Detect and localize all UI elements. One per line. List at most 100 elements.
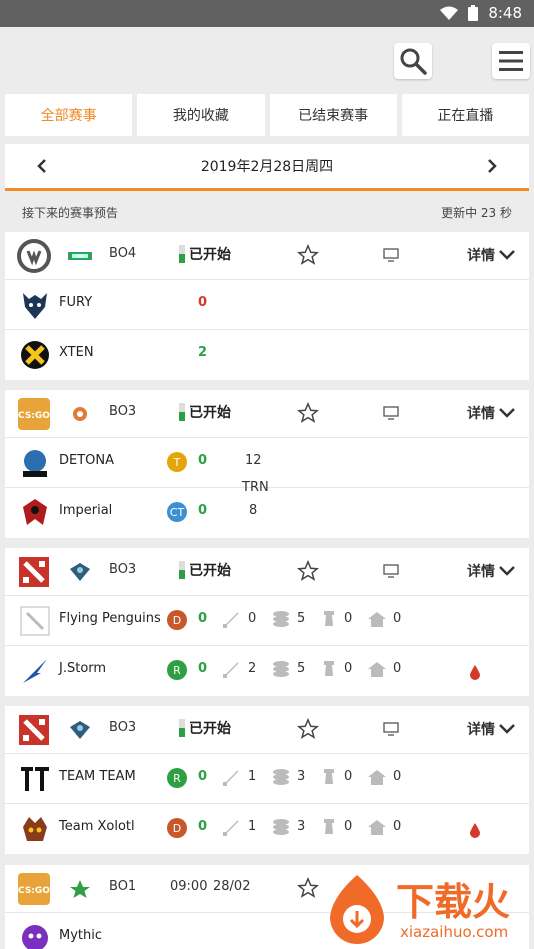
towers-stat: 0 (344, 819, 353, 834)
detail-button[interactable]: 详情 (467, 719, 515, 739)
league-logo-icon (73, 407, 87, 421)
league-logo-icon (70, 880, 90, 898)
side-badge: R (167, 660, 187, 680)
overwatch-logo-icon (17, 239, 51, 273)
favorite-star-icon[interactable] (297, 718, 319, 740)
dota2-logo-icon (19, 557, 49, 587)
chevron-right-icon (488, 159, 497, 173)
barracks-stat: 0 (393, 819, 402, 834)
gold-stat: 5 (297, 661, 306, 676)
team-score: 0 (198, 661, 208, 676)
match-status: 已开始 (179, 718, 231, 738)
sword-icon (223, 770, 238, 786)
search-button[interactable] (394, 43, 432, 79)
team-detona-logo-icon (23, 450, 47, 477)
current-date: 2019年2月28日周四 (200, 159, 334, 175)
stream-tv-icon[interactable] (383, 248, 399, 262)
best-of-label: BO3 (109, 720, 137, 735)
battery-icon (468, 5, 479, 21)
tab-live[interactable]: 正在直播 (401, 94, 529, 136)
chevron-down-icon (499, 566, 515, 576)
kills-stat: 1 (248, 769, 257, 784)
tab-finished[interactable]: 已结束赛事 (269, 94, 397, 136)
barracks-icon (368, 770, 386, 785)
status-time: 8:48 (488, 4, 522, 22)
match-card[interactable]: BO3 已开始 详情 TEAM TEAM R 0 1 3 0 0 Team Xo… (5, 706, 529, 854)
menu-button[interactable] (492, 43, 530, 79)
team-name: FURY (59, 295, 93, 310)
match-header: BO3 已开始 详情 (5, 548, 529, 596)
tower-icon (324, 611, 334, 626)
first-blood-drop-icon (470, 665, 480, 680)
favorite-star-icon[interactable] (297, 560, 319, 582)
side-badge: R (167, 768, 187, 788)
stream-tv-icon[interactable] (383, 722, 399, 736)
detail-button[interactable]: 详情 (467, 245, 515, 265)
svg-text:CS:GO: CS:GO (18, 886, 50, 896)
match-start-time: 09:00 (170, 879, 208, 894)
best-of-label: BO1 (109, 879, 137, 894)
team-name: Team Xolotl (59, 819, 135, 834)
prev-day-button[interactable] (35, 159, 49, 173)
team-name: Mythic (59, 928, 103, 943)
match-card[interactable]: BO4 已开始 详情 FURY 0 XTEN 2 (5, 232, 529, 380)
team-row: Team Xolotl D 0 1 3 0 0 (5, 804, 529, 854)
tower-icon (324, 661, 334, 676)
league-logo-icon (68, 252, 92, 260)
team-score: 0 (198, 819, 208, 834)
favorite-star-icon[interactable] (297, 402, 319, 424)
gold-coins-icon (273, 611, 289, 627)
watermark-brand: 下载火 (396, 880, 511, 924)
progress-indicator-icon (179, 719, 185, 737)
sword-icon (223, 612, 238, 628)
match-start-date: 28/02 (213, 879, 251, 894)
barracks-stat: 0 (393, 611, 402, 626)
status-bar: 8:48 (0, 0, 534, 27)
barracks-stat: 0 (393, 661, 402, 676)
gold-stat: 3 (297, 769, 306, 784)
barracks-icon (368, 820, 386, 835)
team-name: J.Storm (59, 661, 107, 676)
sword-icon (223, 820, 238, 836)
update-status: 更新中 23 秒 (441, 205, 512, 220)
match-card[interactable]: BO3 已开始 详情 Flying Penguins D 0 0 5 0 0 J… (5, 548, 529, 696)
round-score: 12 (245, 453, 262, 468)
team-row: XTEN 2 (5, 330, 529, 380)
chevron-down-icon (499, 724, 515, 734)
progress-indicator-icon (179, 245, 185, 263)
team-row: Flying Penguins D 0 0 5 0 0 (5, 596, 529, 646)
match-header: CS:GO BO3 已开始 详情 (5, 390, 529, 438)
next-day-button[interactable] (485, 159, 499, 173)
favorite-star-icon[interactable] (297, 244, 319, 266)
team-name: Imperial (59, 503, 113, 518)
barracks-icon (368, 612, 386, 627)
svg-text:CS:GO: CS:GO (18, 411, 50, 421)
match-header: BO3 已开始 详情 (5, 706, 529, 754)
match-status: 已开始 (179, 402, 231, 422)
stream-tv-icon[interactable] (383, 406, 399, 420)
team-name: TEAM TEAM (59, 769, 136, 784)
towers-stat: 0 (344, 769, 353, 784)
first-blood-drop-icon (470, 823, 480, 838)
team-flying-penguins-logo-icon (20, 606, 50, 636)
detail-button[interactable]: 详情 (467, 561, 515, 581)
tab-favorites[interactable]: 我的收藏 (137, 94, 265, 136)
barracks-icon (368, 662, 386, 677)
hamburger-menu-icon (499, 51, 523, 71)
detail-button[interactable]: 详情 (467, 403, 515, 423)
team-xolotl-logo-icon (23, 817, 47, 841)
gold-coins-icon (273, 661, 289, 677)
best-of-label: BO3 (109, 404, 137, 419)
dota2-logo-icon (19, 715, 49, 745)
tab-all-matches[interactable]: 全部赛事 (5, 94, 133, 136)
team-imperial-logo-icon (23, 499, 47, 525)
team-fury-logo-icon (23, 293, 47, 319)
wifi-icon (440, 6, 459, 20)
best-of-label: BO3 (109, 562, 137, 577)
side-badge: D (167, 818, 187, 838)
info-bar: 接下来的赛事预告 更新中 23 秒 (5, 198, 529, 226)
upcoming-label: 接下来的赛事预告 (22, 205, 119, 220)
team-score: 0 (198, 611, 208, 626)
stream-tv-icon[interactable] (383, 564, 399, 578)
match-card[interactable]: CS:GO BO3 已开始 详情 DETONA T 0 12 TRN Imper… (5, 390, 529, 538)
